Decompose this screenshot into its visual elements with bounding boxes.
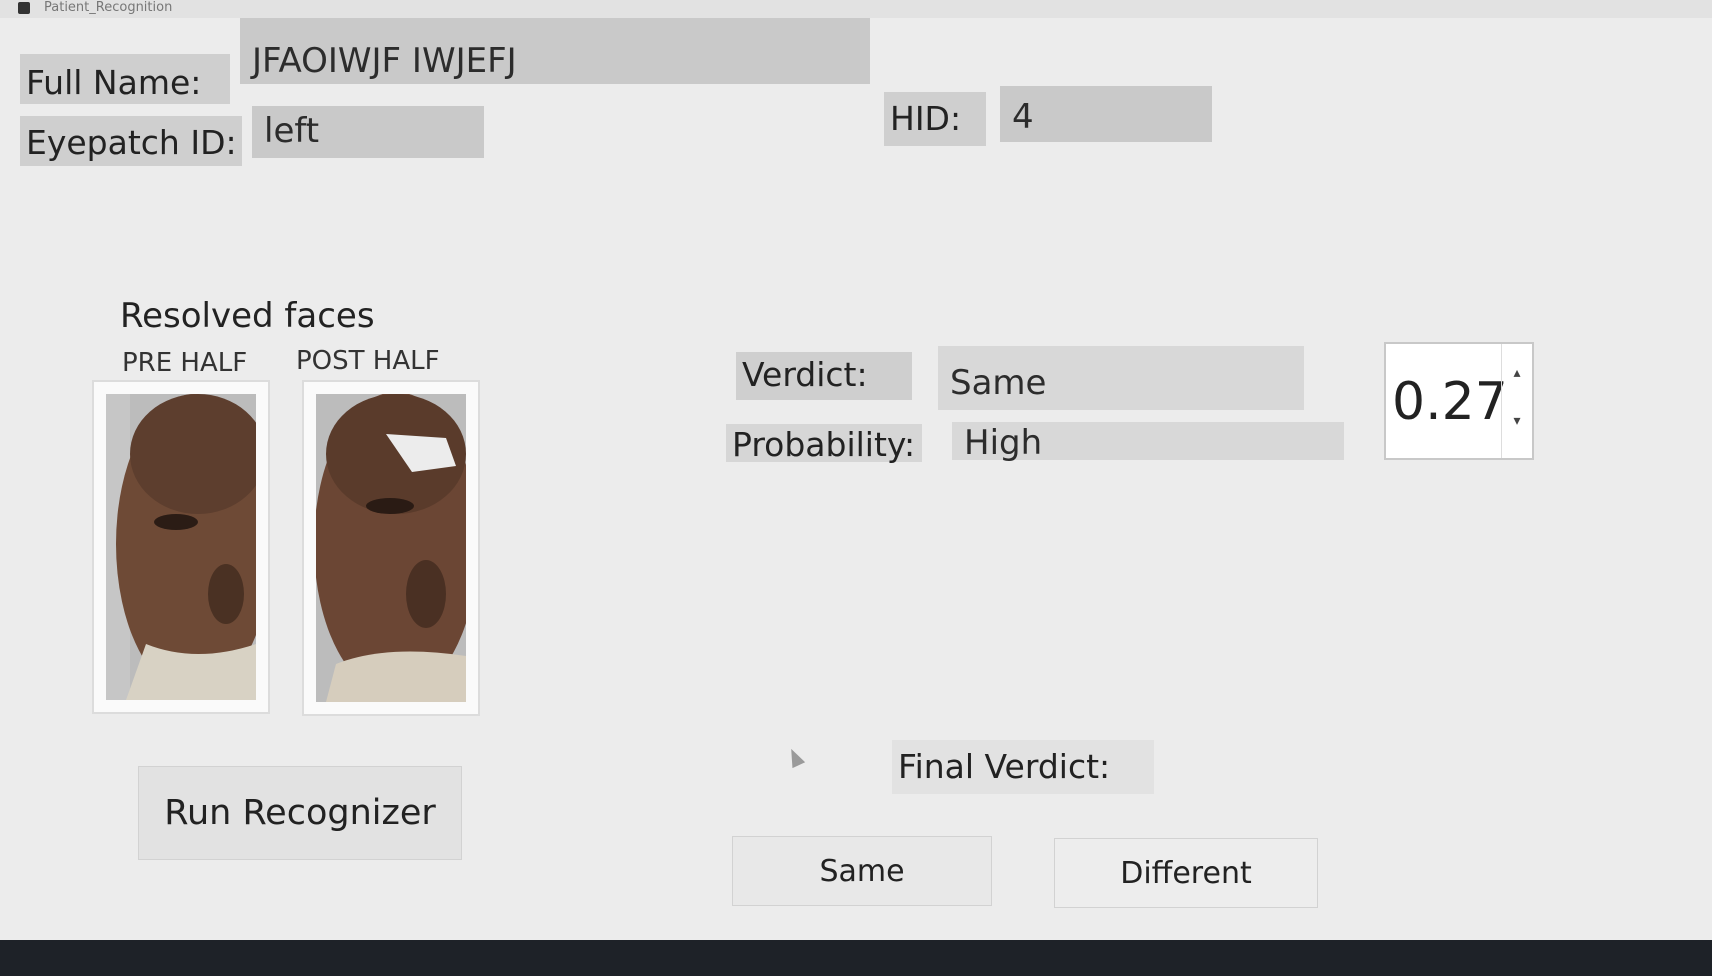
pre-half-face-image [92, 380, 270, 714]
post-half-face-photo [316, 394, 466, 702]
threshold-spinbox[interactable]: 0.27 ▴ ▾ [1384, 342, 1534, 460]
post-half-face-image [302, 380, 480, 716]
final-verdict-label: Final Verdict: [892, 740, 1154, 794]
resolved-faces-heading: Resolved faces [120, 296, 375, 336]
spin-up-icon[interactable]: ▴ [1502, 344, 1532, 401]
verdict-field[interactable]: Same [938, 346, 1304, 410]
app-icon [18, 2, 30, 14]
window-title: Patient_Recognition [44, 0, 173, 15]
full-name-label: Full Name: [20, 54, 230, 104]
pre-half-label: PRE HALF [122, 348, 248, 378]
spinbox-arrows: ▴ ▾ [1501, 344, 1532, 458]
different-button[interactable]: Different [1054, 838, 1318, 908]
full-name-field[interactable]: JFAOIWJF IWJEFJ [240, 18, 870, 84]
threshold-value[interactable]: 0.27 [1392, 372, 1508, 432]
mouse-cursor-icon [784, 745, 806, 769]
same-button[interactable]: Same [732, 836, 992, 906]
hid-label: HID: [884, 92, 986, 146]
pre-half-face-photo [106, 394, 256, 700]
title-bar: Patient_Recognition [0, 0, 1712, 18]
spin-down-icon[interactable]: ▾ [1502, 401, 1532, 458]
eyepatch-id-label: Eyepatch ID: [20, 116, 242, 166]
desktop-background [0, 940, 1712, 976]
run-recognizer-button[interactable]: Run Recognizer [138, 766, 462, 860]
hid-field[interactable]: 4 [1000, 86, 1212, 142]
eyepatch-id-field[interactable]: left [252, 106, 484, 158]
verdict-label: Verdict: [736, 352, 912, 400]
probability-field[interactable]: High [952, 422, 1344, 460]
probability-label: Probability: [726, 424, 922, 462]
patient-recognition-window: Patient_Recognition Full Name: JFAOIWJF … [0, 0, 1712, 940]
post-half-label: POST HALF [296, 346, 440, 376]
